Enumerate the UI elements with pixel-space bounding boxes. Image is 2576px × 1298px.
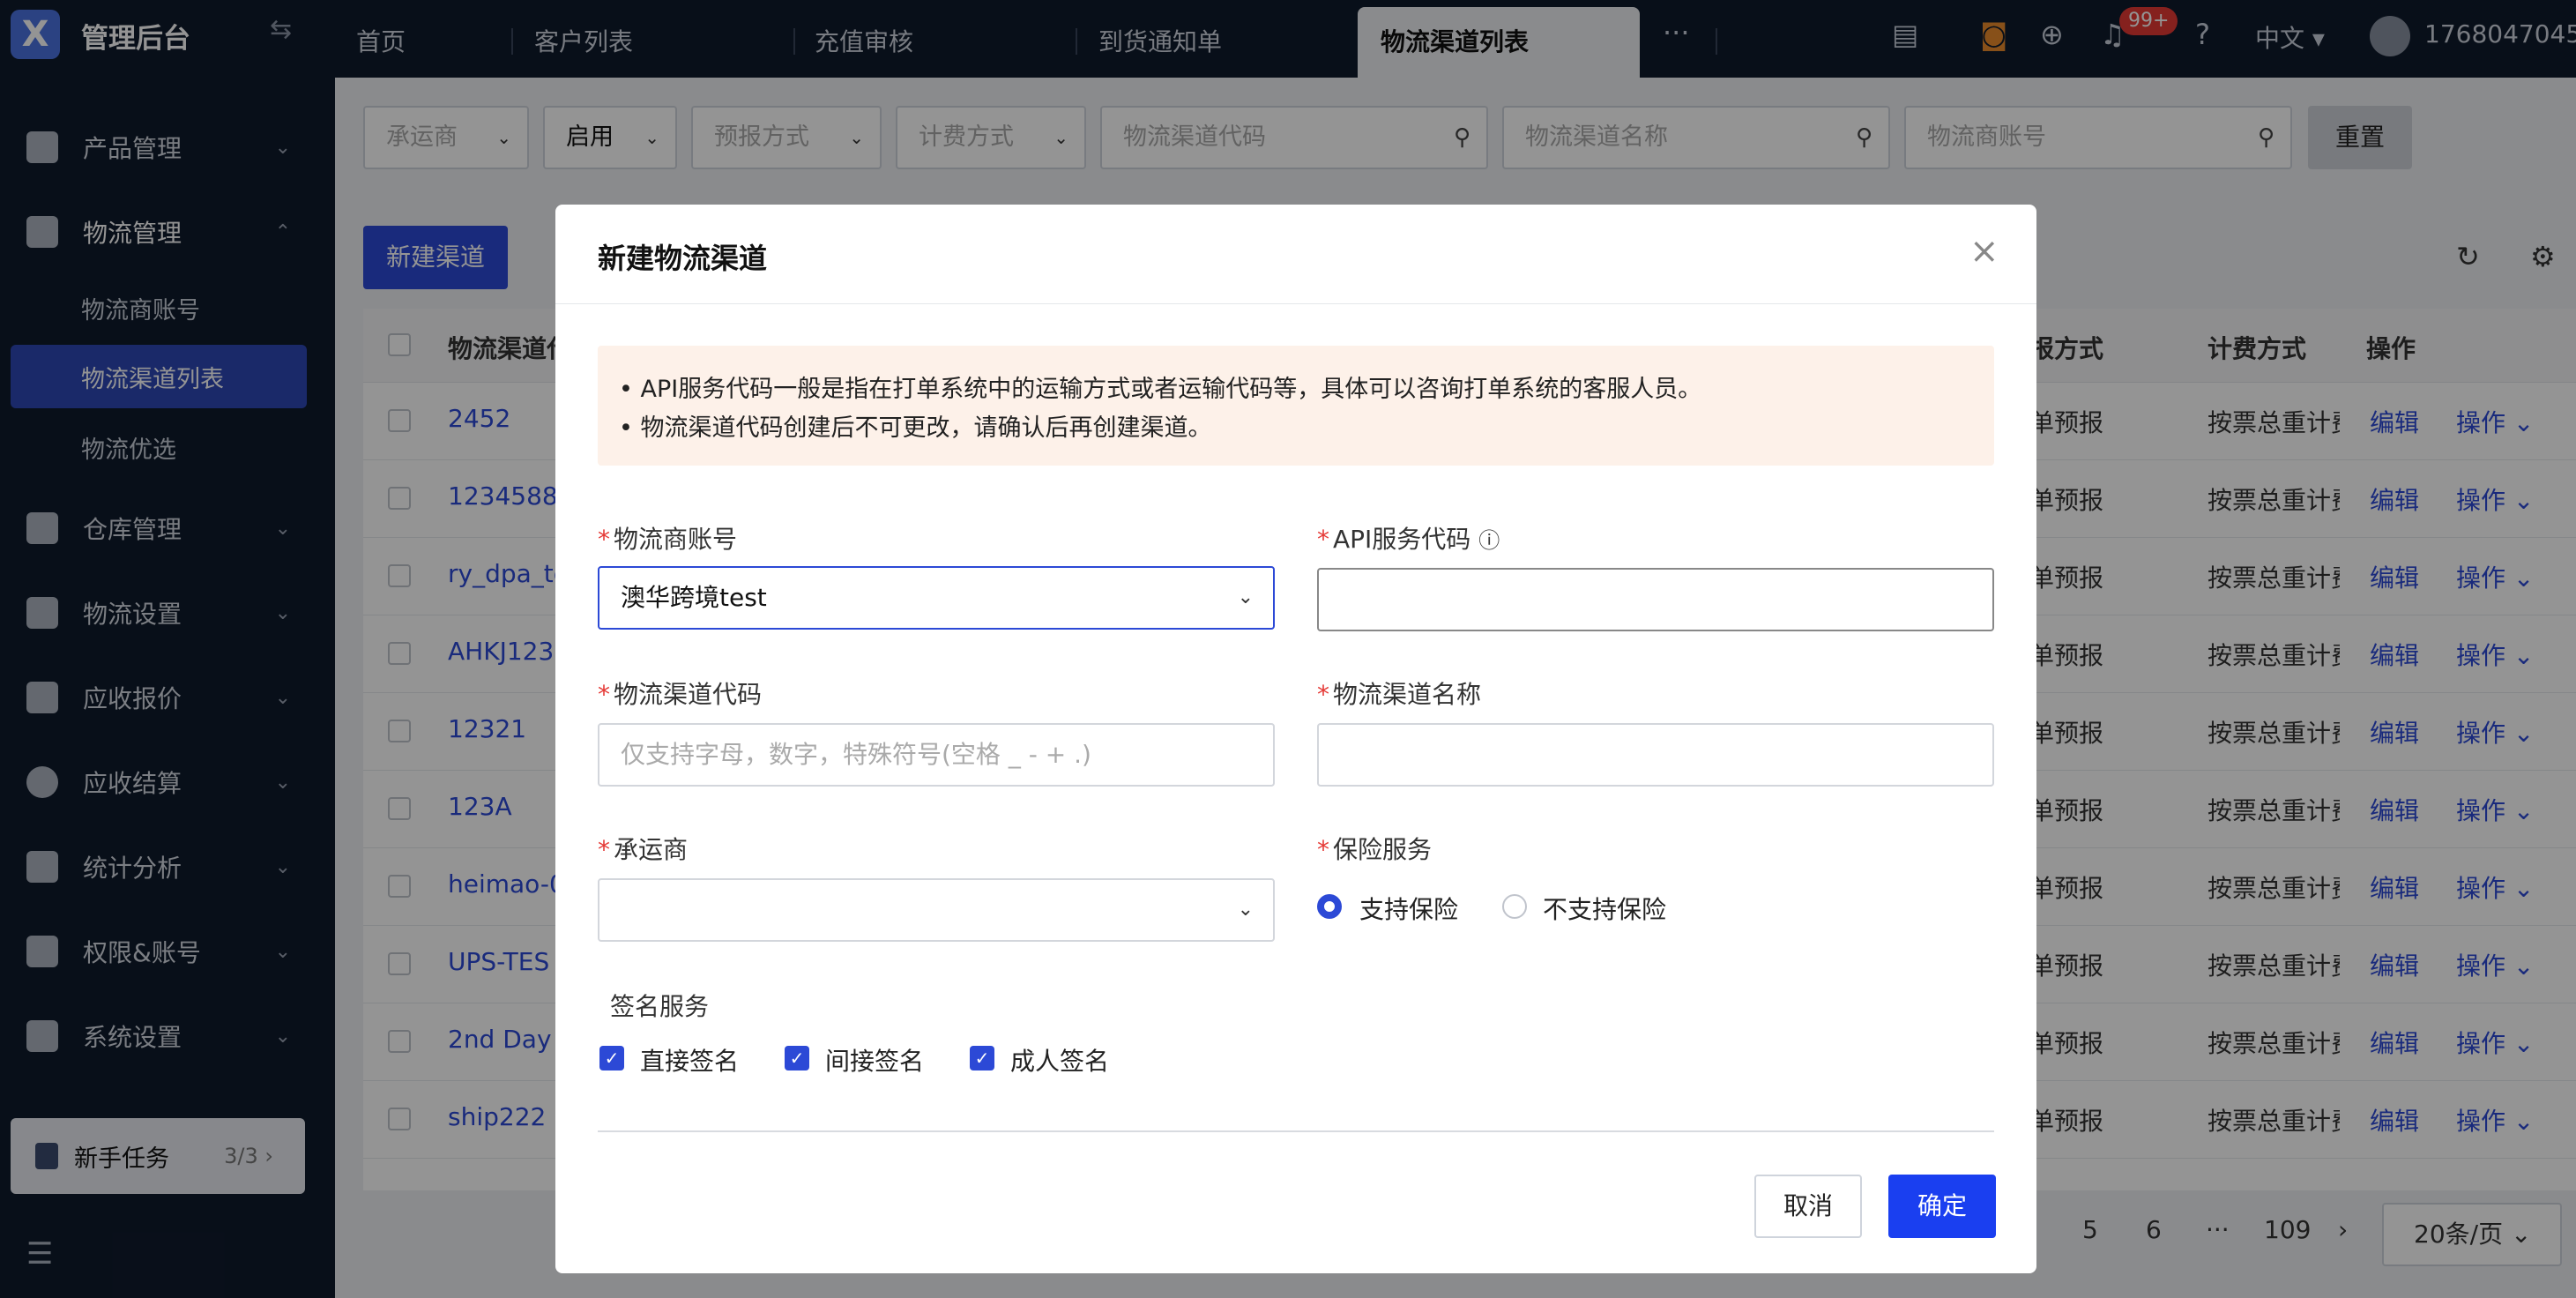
adult-sign-label[interactable]: 成人签名 (1010, 1042, 1109, 1078)
cancel-button[interactable]: 取消 (1754, 1175, 1862, 1238)
help-icon[interactable]: ⓘ (1478, 528, 1500, 553)
chevron-down-icon: ⌄ (1237, 899, 1254, 921)
close-icon[interactable]: × (1969, 231, 1999, 272)
notice-box: • API服务代码一般是指在打单系统中的运输方式或者运输代码等，具体可以咨询打单… (598, 346, 1994, 466)
modal-divider (555, 303, 2036, 304)
account-value: 澳华跨境test (621, 583, 767, 612)
insurance-label: * 保险服务 (1317, 835, 1433, 864)
account-label: * 物流商账号 (598, 525, 738, 554)
direct-sign-label[interactable]: 直接签名 (640, 1042, 739, 1078)
indirect-sign-checkbox[interactable]: ✓ (785, 1046, 809, 1070)
channel-name-input[interactable] (1317, 723, 1994, 787)
carrier-label-text: 承运商 (614, 835, 689, 864)
indirect-sign-label[interactable]: 间接签名 (825, 1042, 924, 1078)
carrier-account-select[interactable]: 澳华跨境test ⌄ (598, 566, 1275, 630)
channel-code-input[interactable]: 仅支持字母，数字，特殊符号(空格 _ - + .) (598, 723, 1275, 787)
confirm-button[interactable]: 确定 (1888, 1175, 1996, 1238)
carrier-select[interactable]: ⌄ (598, 878, 1275, 942)
insurance-no-radio[interactable] (1502, 894, 1527, 919)
name-label-text: 物流渠道名称 (1333, 680, 1482, 709)
insurance-label-text: 保险服务 (1333, 835, 1433, 864)
sign-label: 签名服务 (610, 992, 710, 1021)
code-label-text: 物流渠道代码 (614, 680, 763, 709)
insurance-yes-radio[interactable] (1317, 894, 1342, 919)
insurance-no-label[interactable]: 不支持保险 (1543, 891, 1666, 926)
api-code-input[interactable] (1317, 568, 1994, 631)
notice-line: API服务代码一般是指在打单系统中的运输方式或者运输代码等，具体可以咨询打单系统… (640, 376, 1702, 403)
channel-code-label: * 物流渠道代码 (598, 680, 763, 709)
carrier-label: * 承运商 (598, 835, 689, 864)
chevron-down-icon: ⌄ (1237, 586, 1254, 608)
modal-title: 新建物流渠道 (598, 242, 768, 275)
account-label-text: 物流商账号 (614, 525, 738, 554)
direct-sign-checkbox[interactable]: ✓ (599, 1046, 624, 1070)
api-label-text: API服务代码 (1333, 525, 1471, 554)
adult-sign-checkbox[interactable]: ✓ (970, 1046, 994, 1070)
footer-divider (598, 1130, 1994, 1132)
new-channel-modal: 新建物流渠道 × • API服务代码一般是指在打单系统中的运输方式或者运输代码等… (555, 205, 2036, 1273)
channel-name-label: * 物流渠道名称 (1317, 680, 1482, 709)
api-code-label: * API服务代码 ⓘ (1317, 525, 1500, 554)
notice-line: 物流渠道代码创建后不可更改，请确认后再创建渠道。 (640, 414, 1212, 442)
code-placeholder: 仅支持字母，数字，特殊符号(空格 _ - + .) (621, 740, 1091, 769)
insurance-yes-label[interactable]: 支持保险 (1359, 891, 1458, 926)
